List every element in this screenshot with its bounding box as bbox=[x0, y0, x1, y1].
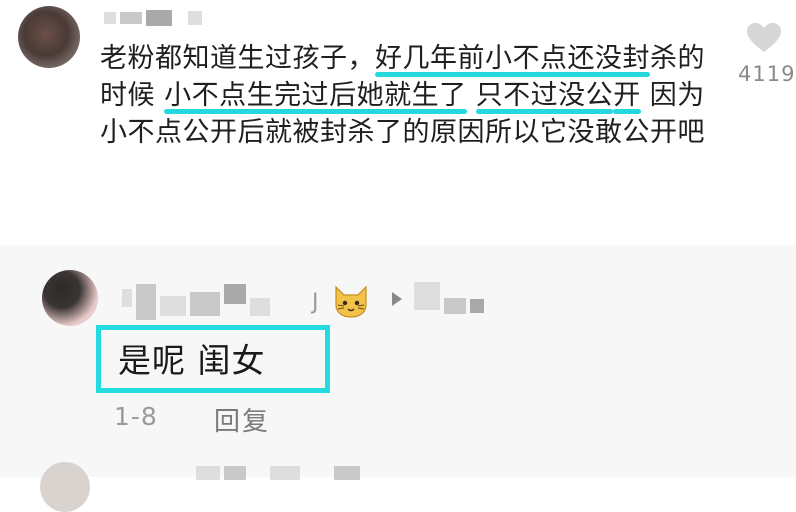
comment-text: 老粉都知道生过孩子，好几年前小不点还没封杀的时候 小不点生完过后她就生了 只不过… bbox=[100, 40, 710, 151]
username-redacted[interactable] bbox=[196, 466, 360, 480]
highlighted-text: 开 bbox=[613, 80, 641, 111]
triangle-arrow-icon bbox=[392, 292, 402, 306]
comment-text-segment: 老粉都知道生过孩子， bbox=[100, 43, 375, 74]
replied-to-username-redacted[interactable] bbox=[414, 278, 484, 314]
heart-icon[interactable] bbox=[746, 22, 782, 54]
comment-text-segment: 所以它没敢公开吧 bbox=[485, 117, 705, 148]
username-redacted[interactable] bbox=[122, 276, 270, 320]
avatar[interactable] bbox=[40, 462, 90, 512]
comment-text-segment bbox=[641, 80, 650, 111]
reply-text: 是呢 闺女 bbox=[118, 341, 266, 380]
reply-button[interactable]: 回复 bbox=[214, 401, 270, 438]
reply-date: 1-8 bbox=[114, 402, 158, 431]
cat-face-icon bbox=[335, 285, 367, 318]
avatar[interactable] bbox=[18, 6, 80, 68]
highlighted-text: 只不过没公 bbox=[475, 80, 614, 111]
comment-text-segment bbox=[155, 80, 164, 111]
highlighted-text: 好几年前小不点还没封 bbox=[375, 43, 650, 74]
like-count: 4119 bbox=[738, 62, 796, 86]
username-redacted[interactable] bbox=[104, 10, 202, 26]
avatar[interactable] bbox=[42, 270, 98, 326]
comment-card: 老粉都知道生过孩子，好几年前小不点还没封杀的时候 小不点生完过后她就生了 只不过… bbox=[0, 0, 796, 190]
highlighted-text: 小不点生完过后她就生了 bbox=[164, 80, 467, 111]
divider-gap bbox=[0, 190, 796, 245]
username-fragment: J bbox=[312, 290, 319, 315]
comment-text-segment bbox=[467, 80, 476, 111]
